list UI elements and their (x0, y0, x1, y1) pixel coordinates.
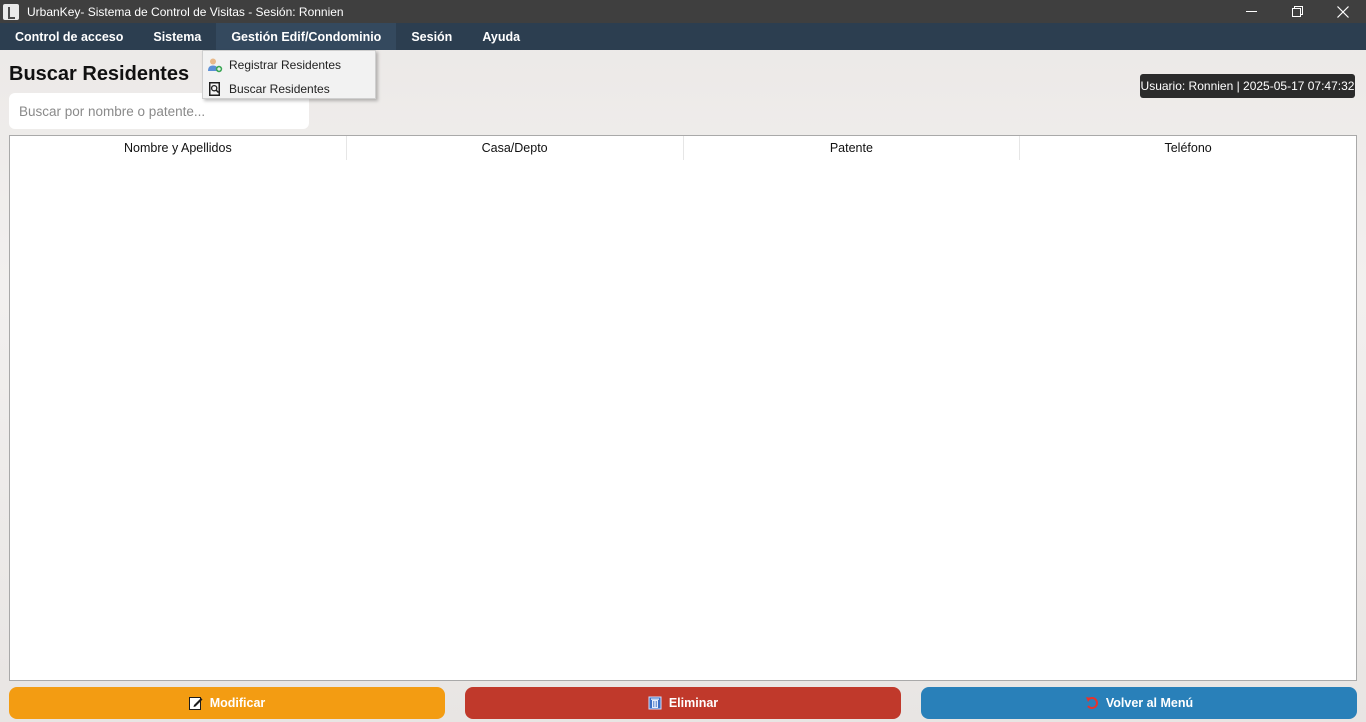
modify-label: Modificar (209, 696, 266, 710)
column-header-patente[interactable]: Patente (684, 136, 1021, 160)
menu-item-buscar-residentes[interactable]: Buscar Residentes (203, 77, 375, 101)
window-title: UrbanKey- Sistema de Control de Visitas … (27, 4, 344, 19)
back-to-menu-button[interactable]: Volver al Menú (921, 687, 1357, 719)
close-icon (1337, 5, 1349, 18)
close-button[interactable] (1320, 0, 1366, 23)
minimize-icon (1245, 11, 1257, 12)
app-icon (3, 3, 19, 20)
delete-button[interactable]: Eliminar (465, 687, 901, 719)
restore-icon (1291, 6, 1303, 17)
page-title: Buscar Residentes (9, 63, 190, 85)
delete-label: Eliminar (668, 696, 719, 710)
delete-icon (648, 696, 662, 710)
registrar-residentes-label: Registrar Residentes (229, 58, 342, 72)
undo-arrow-icon (1085, 696, 1099, 710)
table-header: Nombre y Apellidos Casa/Depto Patente Te… (10, 136, 1356, 161)
menu-sesion[interactable]: Sesión (396, 23, 467, 50)
back-to-menu-label: Volver al Menú (1105, 696, 1194, 710)
column-header-nombre[interactable]: Nombre y Apellidos (10, 136, 347, 160)
column-header-telefono[interactable]: Teléfono (1020, 136, 1356, 160)
buscar-residentes-label: Buscar Residentes (229, 82, 330, 96)
menu-ayuda[interactable]: Ayuda (467, 23, 535, 50)
residents-table[interactable]: Nombre y Apellidos Casa/Depto Patente Te… (9, 135, 1357, 681)
window-controls (1228, 0, 1366, 23)
restore-button[interactable] (1274, 0, 1320, 23)
user-add-icon (207, 57, 223, 73)
column-header-casa-depto[interactable]: Casa/Depto (347, 136, 684, 160)
gestion-dropdown-menu: Registrar Residentes Buscar Residentes (202, 50, 376, 99)
menu-item-registrar-residentes[interactable]: Registrar Residentes (203, 53, 375, 77)
modify-button[interactable]: Modificar (9, 687, 445, 719)
search-document-icon (207, 81, 223, 97)
menu-gestion-edif[interactable]: Gestión Edif/Condominio (216, 23, 397, 50)
user-session-badge: Usuario: Ronnien | 2025-05-17 07:47:32 (1140, 74, 1355, 98)
menu-sistema[interactable]: Sistema (138, 23, 216, 50)
edit-icon (188, 696, 203, 710)
menu-control-acceso[interactable]: Control de acceso (0, 23, 138, 50)
minimize-button[interactable] (1228, 0, 1274, 23)
window-titlebar: UrbanKey- Sistema de Control de Visitas … (0, 0, 1366, 23)
menu-bar: Control de acceso Sistema Gestión Edif/C… (0, 23, 1366, 50)
